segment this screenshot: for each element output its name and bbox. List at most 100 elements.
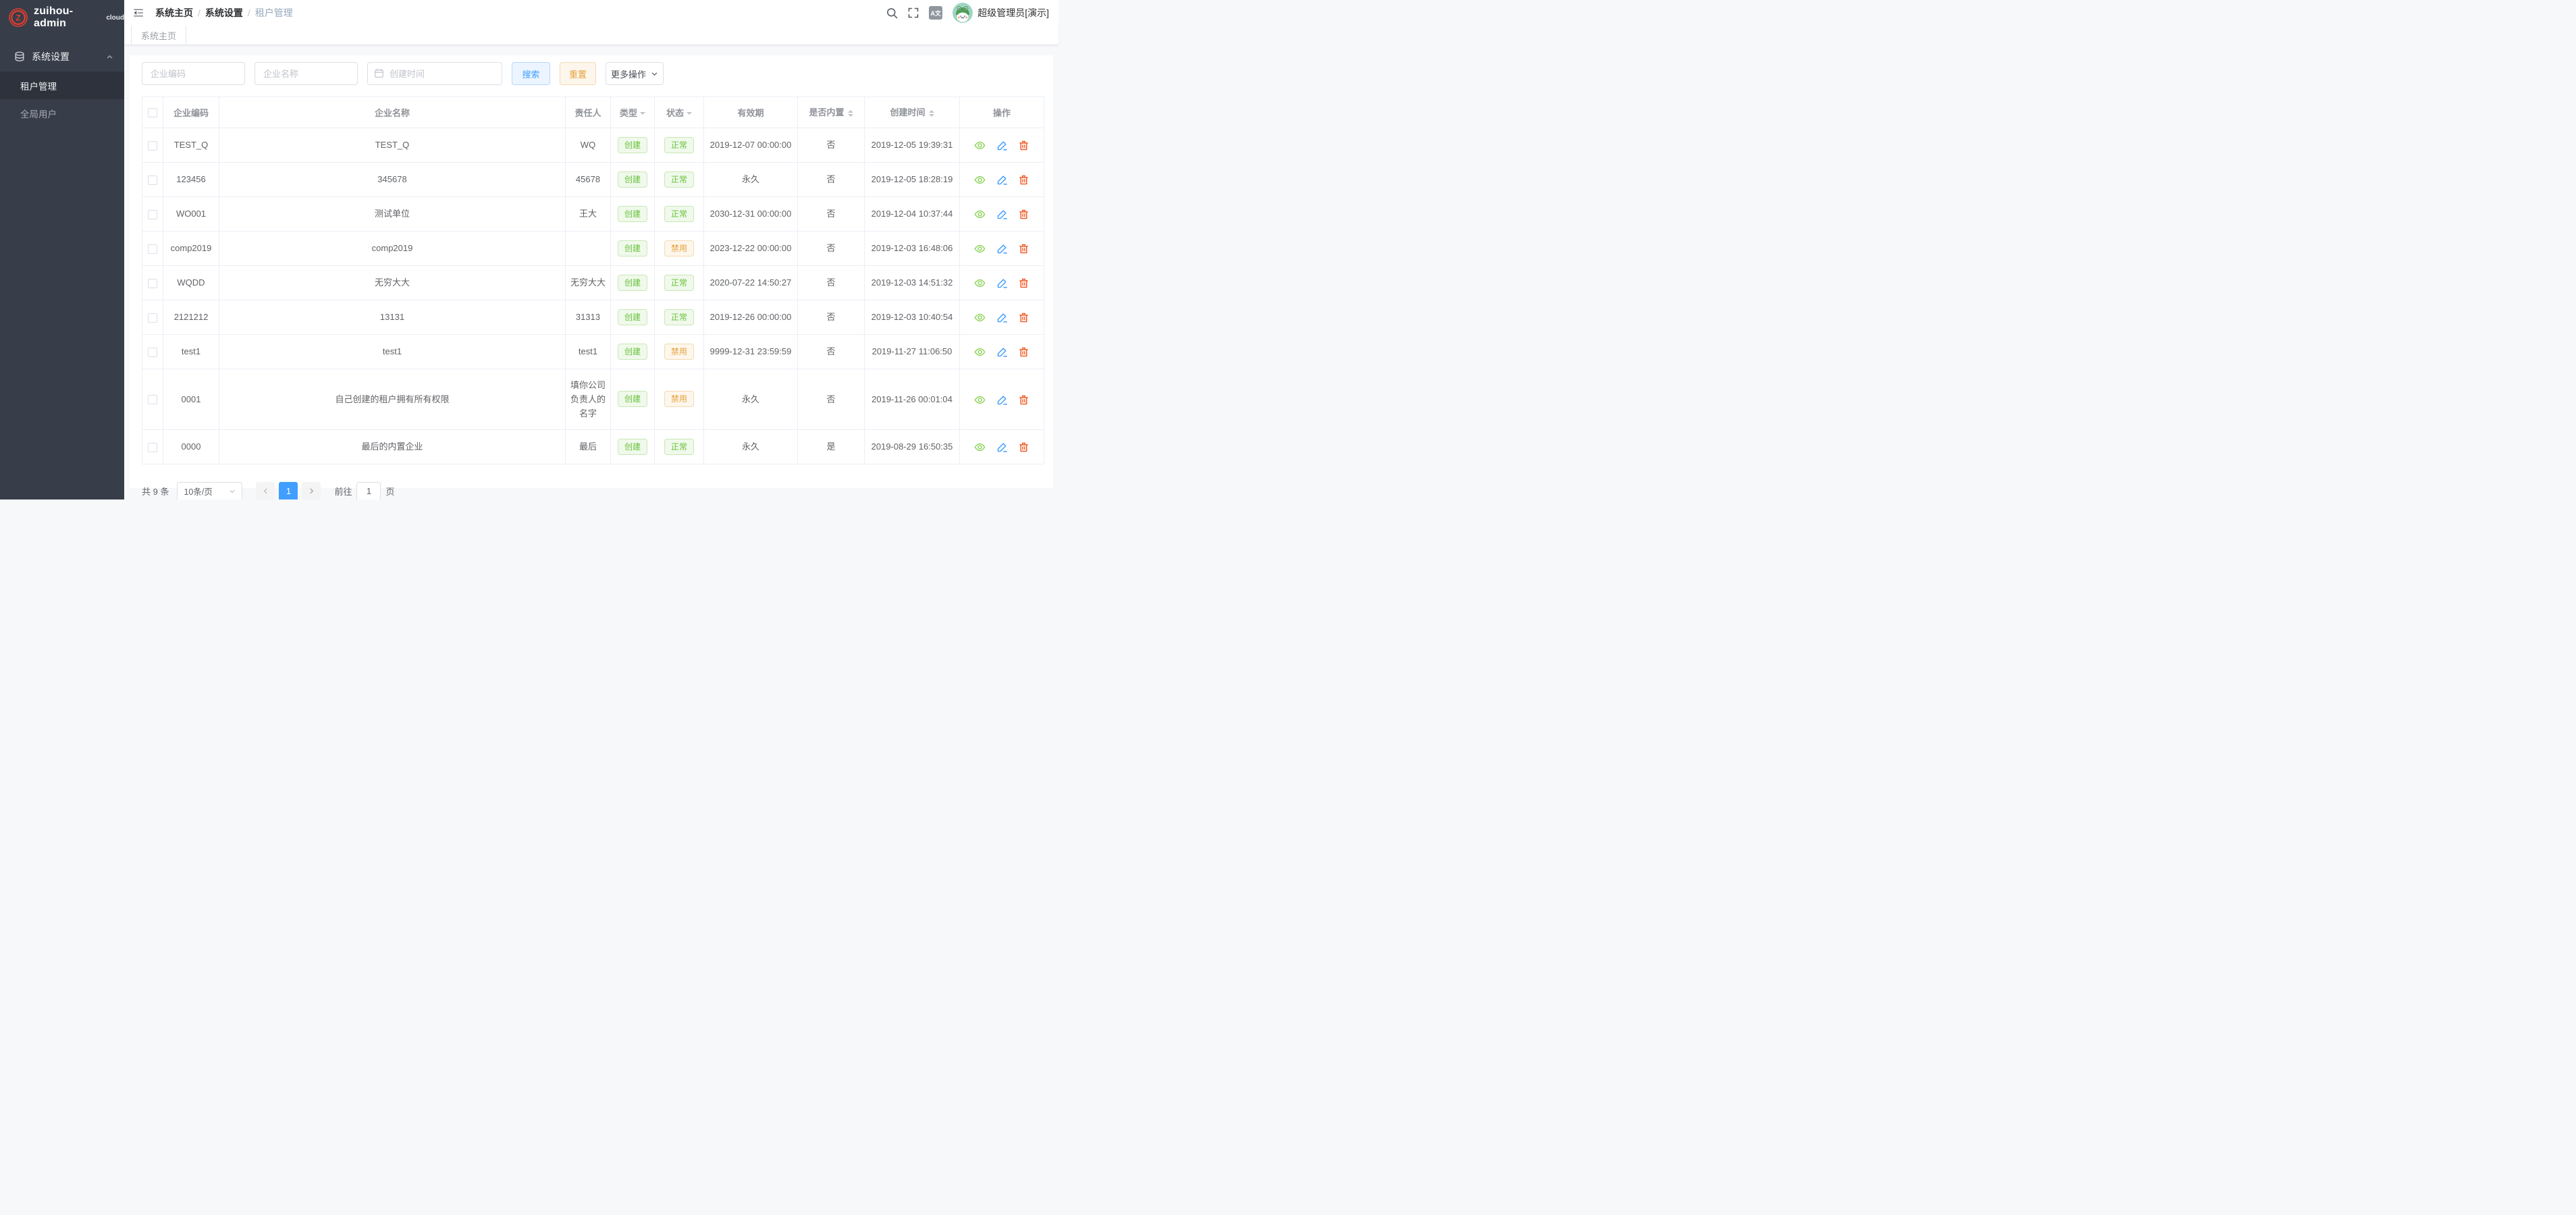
avatar[interactable] xyxy=(952,3,973,23)
edit-icon[interactable] xyxy=(996,174,1008,186)
cell-created: 2019-12-05 18:28:19 xyxy=(865,162,960,196)
delete-icon[interactable] xyxy=(1018,140,1029,151)
user-name[interactable]: 超级管理员[演示] xyxy=(977,6,1049,20)
top-navbar: 系统主页 / 系统设置 / 租户管理 A文 xyxy=(124,0,1058,26)
breadcrumb-item-settings[interactable]: 系统设置 xyxy=(205,6,243,20)
cell-type: 创建 xyxy=(611,128,655,162)
cell-code: 123456 xyxy=(163,162,219,196)
cell-manager: test1 xyxy=(566,334,611,369)
sidebar-item-global-users[interactable]: 全局用户 xyxy=(0,99,124,127)
edit-icon[interactable] xyxy=(996,209,1008,220)
cell-code: 2121212 xyxy=(163,300,219,334)
delete-icon[interactable] xyxy=(1018,277,1029,289)
cell-manager: 31313 xyxy=(566,300,611,334)
cell-type: 创建 xyxy=(611,196,655,231)
cell-select xyxy=(142,334,163,369)
cell-code: 0000 xyxy=(163,429,219,464)
sidebar-group-system-settings[interactable]: 系统设置 xyxy=(0,42,124,72)
view-icon[interactable] xyxy=(974,174,986,186)
type-tag: 创建 xyxy=(618,137,647,153)
company-name-input[interactable] xyxy=(254,62,358,85)
cell-expiry: 9999-12-31 23:59:59 xyxy=(704,334,798,369)
svg-text:Z: Z xyxy=(16,14,20,23)
edit-icon[interactable] xyxy=(996,394,1008,406)
cell-actions xyxy=(960,265,1044,300)
search-icon[interactable] xyxy=(886,7,898,19)
view-icon[interactable] xyxy=(974,312,986,323)
delete-icon[interactable] xyxy=(1018,243,1029,254)
view-icon[interactable] xyxy=(974,394,986,406)
column-header-status[interactable]: 状态 xyxy=(655,97,704,128)
view-icon[interactable] xyxy=(974,243,986,254)
status-tag: 正常 xyxy=(664,439,694,455)
row-checkbox[interactable] xyxy=(148,176,157,185)
status-tag: 正常 xyxy=(664,137,694,153)
type-tag: 创建 xyxy=(618,275,647,291)
sidebar-item-tenant-management[interactable]: 租户管理 xyxy=(0,72,124,99)
view-icon[interactable] xyxy=(974,346,986,358)
cell-status: 正常 xyxy=(655,429,704,464)
goto-page-input[interactable] xyxy=(356,482,381,500)
fullscreen-icon[interactable] xyxy=(908,7,919,18)
column-header-type[interactable]: 类型 xyxy=(611,97,655,128)
row-checkbox[interactable] xyxy=(148,141,157,151)
cell-select xyxy=(142,429,163,464)
filter-caret-icon[interactable] xyxy=(687,112,692,117)
chevron-down-icon xyxy=(651,70,658,78)
row-checkbox[interactable] xyxy=(148,348,157,357)
row-checkbox[interactable] xyxy=(148,443,157,452)
cell-created: 2019-12-05 19:39:31 xyxy=(865,128,960,162)
row-checkbox[interactable] xyxy=(148,210,157,219)
created-time-input[interactable] xyxy=(367,62,502,85)
select-all-checkbox[interactable] xyxy=(148,108,157,117)
delete-icon[interactable] xyxy=(1018,312,1029,323)
page-size-select[interactable]: 10条/页 xyxy=(177,482,242,500)
tab-system-home[interactable]: 系统主页 xyxy=(131,26,186,45)
view-icon[interactable] xyxy=(974,209,986,220)
edit-icon[interactable] xyxy=(996,140,1008,151)
cell-status: 正常 xyxy=(655,265,704,300)
page-1-button[interactable]: 1 xyxy=(279,482,298,500)
delete-icon[interactable] xyxy=(1018,441,1029,453)
edit-icon[interactable] xyxy=(996,346,1008,358)
row-checkbox[interactable] xyxy=(148,313,157,323)
language-icon[interactable]: A文 xyxy=(929,6,942,20)
row-checkbox[interactable] xyxy=(148,279,157,288)
delete-icon[interactable] xyxy=(1018,346,1029,358)
company-code-input[interactable] xyxy=(142,62,245,85)
app-title-suffix: cloud xyxy=(106,14,124,22)
edit-icon[interactable] xyxy=(996,277,1008,289)
breadcrumb-item-home[interactable]: 系统主页 xyxy=(155,6,193,20)
edit-icon[interactable] xyxy=(996,312,1008,323)
row-checkbox[interactable] xyxy=(148,244,157,254)
table-row: comp2019 comp2019 创建 禁用 2023-12-22 00:00… xyxy=(142,231,1044,265)
table-row: 2121212 13131 31313 创建 正常 2019-12-26 00:… xyxy=(142,300,1044,334)
delete-icon[interactable] xyxy=(1018,394,1029,406)
view-icon[interactable] xyxy=(974,441,986,453)
next-page-button[interactable] xyxy=(302,482,321,500)
delete-icon[interactable] xyxy=(1018,174,1029,186)
view-icon[interactable] xyxy=(974,140,986,151)
column-header-created[interactable]: 创建时间 xyxy=(865,97,960,128)
cell-select xyxy=(142,265,163,300)
column-header-builtin[interactable]: 是否内置 xyxy=(798,97,865,128)
cell-actions xyxy=(960,196,1044,231)
table-row: WO001 测试单位 王大 创建 正常 2030-12-31 00:00:00 … xyxy=(142,196,1044,231)
cell-builtin: 否 xyxy=(798,162,865,196)
status-tag: 正常 xyxy=(664,206,694,222)
sort-carets-icon[interactable] xyxy=(848,107,853,119)
edit-icon[interactable] xyxy=(996,441,1008,453)
type-tag: 创建 xyxy=(618,344,647,360)
sort-carets-icon[interactable] xyxy=(929,107,934,119)
filter-caret-icon[interactable] xyxy=(640,112,645,117)
search-button[interactable]: 搜索 xyxy=(512,62,550,85)
view-icon[interactable] xyxy=(974,277,986,289)
delete-icon[interactable] xyxy=(1018,209,1029,220)
reset-button[interactable]: 重置 xyxy=(560,62,596,85)
hamburger-icon[interactable] xyxy=(132,7,144,19)
row-checkbox[interactable] xyxy=(148,395,157,404)
more-actions-button[interactable]: 更多操作 xyxy=(606,62,664,85)
column-header-manager: 责任人 xyxy=(566,97,611,128)
edit-icon[interactable] xyxy=(996,243,1008,254)
prev-page-button[interactable] xyxy=(256,482,275,500)
